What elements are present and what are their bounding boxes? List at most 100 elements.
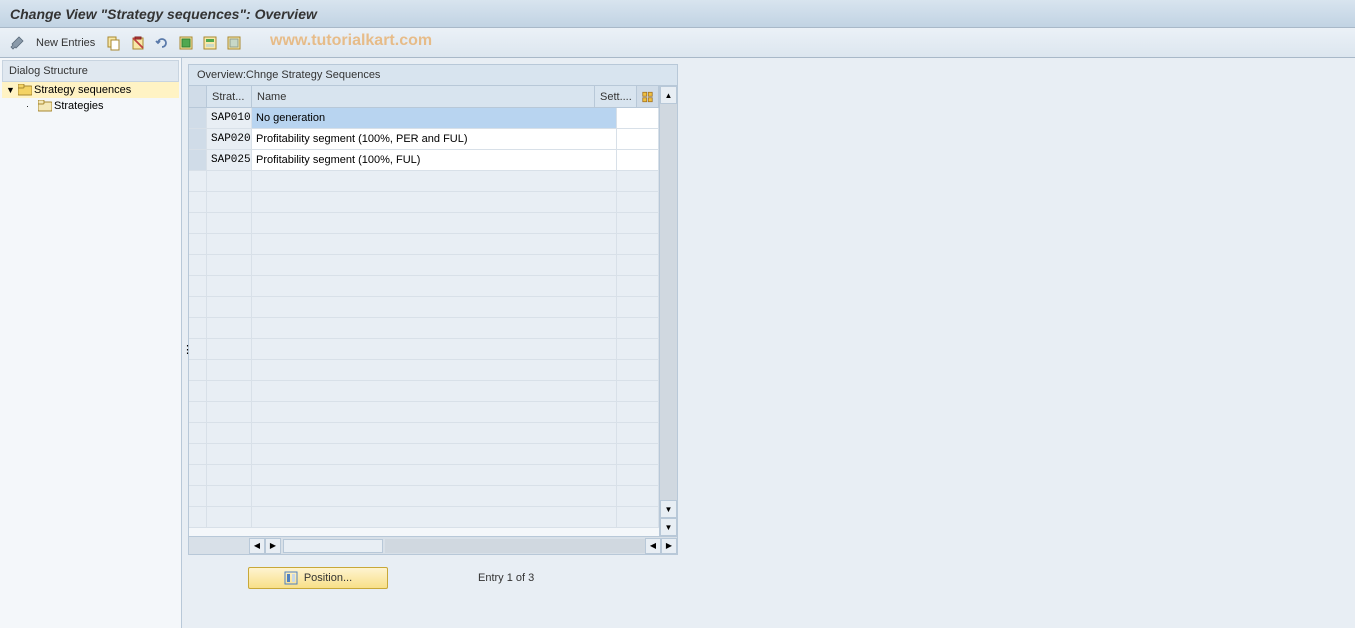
cell-name[interactable]: No generation	[252, 108, 617, 128]
select-all-icon[interactable]	[177, 34, 195, 52]
cell-empty[interactable]	[252, 192, 617, 212]
position-button[interactable]: Position...	[248, 567, 388, 589]
cell-empty[interactable]	[207, 507, 252, 527]
cell-strat[interactable]: SAP010	[207, 108, 252, 128]
cell-empty[interactable]	[207, 423, 252, 443]
cell-empty[interactable]	[189, 318, 207, 338]
cell-empty[interactable]	[207, 213, 252, 233]
cell-empty[interactable]	[252, 234, 617, 254]
cell-empty[interactable]	[207, 171, 252, 191]
cell-empty[interactable]	[189, 423, 207, 443]
row-selector[interactable]	[189, 108, 207, 128]
cell-strat[interactable]: SAP020	[207, 129, 252, 149]
cell-empty[interactable]	[189, 444, 207, 464]
cell-empty[interactable]	[189, 402, 207, 422]
scroll-thumb[interactable]	[283, 539, 383, 553]
table-row-empty[interactable]	[189, 213, 659, 234]
cell-empty[interactable]	[252, 213, 617, 233]
scroll-track[interactable]	[660, 104, 677, 500]
cell-empty[interactable]	[617, 171, 659, 191]
cell-empty[interactable]	[617, 213, 659, 233]
row-selector[interactable]	[189, 150, 207, 170]
cell-empty[interactable]	[189, 213, 207, 233]
toggle-display-icon[interactable]	[8, 34, 26, 52]
scroll-left-icon[interactable]: ◀	[645, 538, 661, 554]
resize-handle[interactable]: ⋮	[182, 343, 186, 373]
cell-empty[interactable]	[189, 171, 207, 191]
table-row-empty[interactable]	[189, 192, 659, 213]
cell-empty[interactable]	[207, 318, 252, 338]
cell-empty[interactable]	[617, 423, 659, 443]
cell-empty[interactable]	[252, 402, 617, 422]
table-row-empty[interactable]	[189, 381, 659, 402]
table-row-empty[interactable]	[189, 339, 659, 360]
cell-empty[interactable]	[189, 297, 207, 317]
copy-icon[interactable]	[105, 34, 123, 52]
column-header-name[interactable]: Name	[252, 86, 595, 107]
cell-name[interactable]: Profitability segment (100%, FUL)	[252, 150, 617, 170]
cell-empty[interactable]	[617, 360, 659, 380]
cell-empty[interactable]	[207, 444, 252, 464]
cell-empty[interactable]	[207, 297, 252, 317]
new-entries-button[interactable]: New Entries	[32, 37, 99, 49]
table-row-empty[interactable]	[189, 444, 659, 465]
tree-item-strategies[interactable]: · Strategies	[2, 98, 179, 114]
cell-empty[interactable]	[617, 381, 659, 401]
cell-empty[interactable]	[252, 381, 617, 401]
table-row-empty[interactable]	[189, 234, 659, 255]
cell-empty[interactable]	[252, 507, 617, 527]
cell-name[interactable]: Profitability segment (100%, PER and FUL…	[252, 129, 617, 149]
cell-empty[interactable]	[189, 255, 207, 275]
cell-empty[interactable]	[252, 360, 617, 380]
table-row-empty[interactable]	[189, 486, 659, 507]
cell-empty[interactable]	[189, 381, 207, 401]
column-selector[interactable]	[189, 86, 207, 107]
cell-empty[interactable]	[207, 255, 252, 275]
column-header-strat[interactable]: Strat...	[207, 86, 252, 107]
table-row-empty[interactable]	[189, 318, 659, 339]
cell-empty[interactable]	[617, 444, 659, 464]
cell-empty[interactable]	[617, 402, 659, 422]
cell-empty[interactable]	[617, 192, 659, 212]
cell-empty[interactable]	[189, 486, 207, 506]
cell-empty[interactable]	[189, 360, 207, 380]
table-row[interactable]: SAP010No generation	[189, 108, 659, 129]
cell-empty[interactable]	[252, 297, 617, 317]
cell-empty[interactable]	[207, 486, 252, 506]
cell-empty[interactable]	[617, 486, 659, 506]
cell-empty[interactable]	[252, 339, 617, 359]
table-row-empty[interactable]	[189, 276, 659, 297]
cell-empty[interactable]	[617, 507, 659, 527]
cell-empty[interactable]	[252, 486, 617, 506]
cell-empty[interactable]	[252, 255, 617, 275]
scroll-down-icon[interactable]: ▼	[660, 518, 677, 536]
cell-strat[interactable]: SAP025	[207, 150, 252, 170]
cell-sett[interactable]	[617, 108, 659, 128]
cell-sett[interactable]	[617, 150, 659, 170]
cell-empty[interactable]	[207, 402, 252, 422]
cell-empty[interactable]	[189, 192, 207, 212]
table-row-empty[interactable]	[189, 171, 659, 192]
scroll-right-icon[interactable]: ▶	[661, 538, 677, 554]
horizontal-scrollbar[interactable]: ◀ ▶ ◀ ▶	[189, 536, 677, 554]
tree-expand-icon[interactable]: ▼	[6, 85, 16, 95]
cell-empty[interactable]	[252, 276, 617, 296]
cell-empty[interactable]	[207, 339, 252, 359]
cell-empty[interactable]	[207, 381, 252, 401]
cell-empty[interactable]	[189, 276, 207, 296]
column-config-icon[interactable]	[637, 86, 659, 107]
cell-empty[interactable]	[617, 339, 659, 359]
table-row-empty[interactable]	[189, 297, 659, 318]
table-row-empty[interactable]	[189, 465, 659, 486]
column-header-sett[interactable]: Sett....	[595, 86, 637, 107]
cell-empty[interactable]	[252, 423, 617, 443]
cell-empty[interactable]	[189, 507, 207, 527]
select-block-icon[interactable]	[201, 34, 219, 52]
table-row-empty[interactable]	[189, 402, 659, 423]
table-row-empty[interactable]	[189, 507, 659, 528]
scroll-down-icon[interactable]: ▼	[660, 500, 677, 518]
cell-empty[interactable]	[617, 234, 659, 254]
tree-item-strategy-sequences[interactable]: ▼ Strategy sequences	[2, 82, 179, 98]
table-row-empty[interactable]	[189, 360, 659, 381]
scroll-left-icon[interactable]: ◀	[249, 538, 265, 554]
